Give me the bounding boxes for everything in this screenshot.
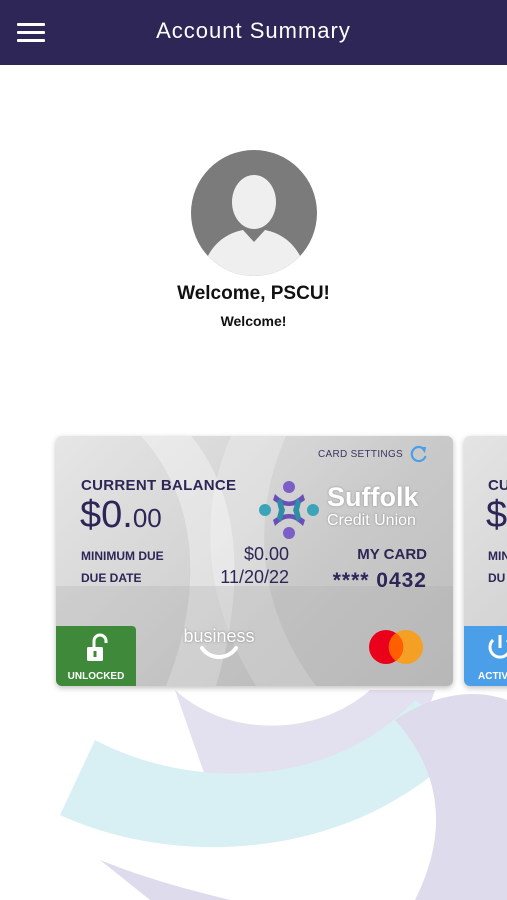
credit-card[interactable]: CARD SETTINGS CURRENT BALANCE $0.00 MINI…: [56, 436, 453, 686]
lock-status-label: UNLOCKED: [67, 671, 125, 682]
next-card-balance-label: CU: [488, 477, 507, 494]
profile-section: Welcome, PSCU! Welcome!: [0, 150, 507, 329]
minimum-due-value: $0.00: [243, 544, 289, 564]
next-card-minimum-label: MIN: [488, 549, 507, 563]
unlocked-padlock-icon: [87, 633, 108, 661]
due-date-label: DUE DATE: [81, 571, 142, 585]
card-settings-button[interactable]: CARD SETTINGS: [318, 444, 429, 464]
next-card-balance: $: [486, 494, 507, 536]
next-card-due-label: DU: [488, 571, 506, 585]
suffolk-logo-icon: [259, 481, 319, 539]
due-date-value: 11/20/22: [220, 567, 289, 587]
next-card-peek[interactable]: CU $ MIN DU ACTIV: [464, 436, 507, 686]
background-purple-lower: [100, 860, 230, 900]
page-title: Account Summary: [156, 18, 351, 43]
business-logo: business: [180, 626, 258, 666]
brand-name: Suffolk: [327, 482, 419, 512]
balance-dollars: $0.: [80, 494, 133, 536]
refresh-icon: [410, 445, 427, 463]
balance-cents: 00: [132, 503, 162, 533]
welcome-heading: Welcome, PSCU!: [177, 283, 330, 304]
minimum-due-label: MINIMUM DUE: [81, 549, 164, 563]
welcome-subtext: Welcome!: [220, 313, 287, 329]
current-balance-value: $0.00: [80, 494, 162, 537]
suffolk-logo: Suffolk Credit Union: [257, 478, 435, 542]
card-number: **** 0432: [332, 569, 427, 592]
lock-toggle-button[interactable]: UNLOCKED: [56, 626, 136, 686]
app-header: Account Summary: [0, 0, 507, 65]
background-purple-band: [395, 694, 507, 900]
power-icon: [488, 635, 507, 659]
avatar[interactable]: [190, 150, 317, 276]
card-settings-label: CARD SETTINGS: [317, 448, 403, 460]
smile-arc-icon: [200, 646, 238, 659]
activate-button[interactable]: ACTIV: [464, 626, 507, 686]
my-card-label: MY CARD: [357, 546, 427, 563]
user-silhouette-icon: [204, 175, 303, 276]
activate-label: ACTIV: [478, 671, 507, 682]
current-balance-label: CURRENT BALANCE: [81, 477, 237, 494]
mastercard-logo-icon: [369, 630, 423, 664]
brand-subtitle: Credit Union: [327, 512, 416, 529]
